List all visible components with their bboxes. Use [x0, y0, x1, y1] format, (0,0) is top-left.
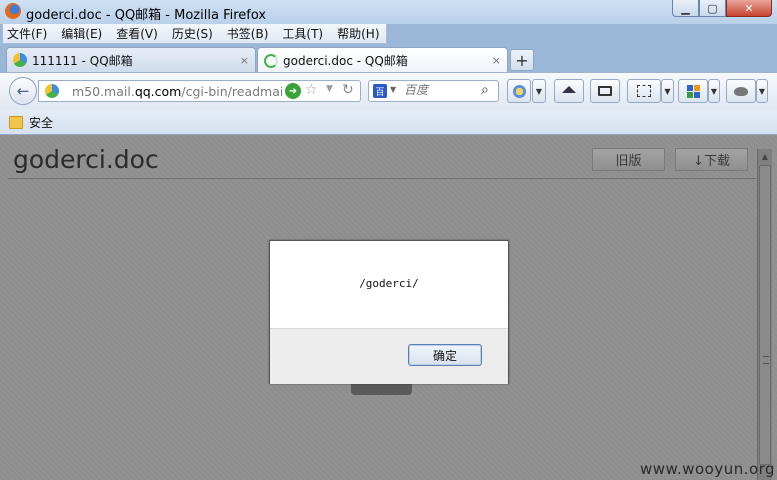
search-icon[interactable]: ⌕ — [481, 82, 489, 98]
loading-spinner-icon — [264, 53, 278, 68]
ok-button[interactable]: 确定 — [408, 344, 482, 366]
scroll-up-arrow-icon[interactable]: ▲ — [758, 149, 772, 163]
mail-icon — [598, 86, 612, 96]
firefox-logo-icon — [5, 3, 21, 19]
menu-file[interactable]: 文件(F) — [7, 25, 47, 42]
scroll-thumb[interactable] — [759, 165, 771, 465]
scroll-grip-icon — [763, 356, 769, 364]
extension-button[interactable] — [726, 79, 756, 103]
bookmark-folder-security[interactable]: 安全 — [29, 114, 53, 131]
menu-tools[interactable]: 工具(T) — [282, 25, 323, 42]
home-icon — [562, 85, 576, 93]
bookmarks-toolbar: 安全 — [0, 110, 777, 135]
url-bar[interactable]: m50.mail.qq.com/cgi-bin/readmail? ➜ ☆ ▼ … — [38, 80, 361, 102]
vertical-scrollbar[interactable]: ▲ — [757, 149, 772, 480]
alert-footer: 确定 — [270, 328, 508, 384]
tab-inbox[interactable]: 111111 - QQ邮箱 × — [6, 47, 256, 72]
back-arrow-icon: ← — [16, 82, 30, 100]
extension-dropdown-button[interactable]: ▼ — [756, 79, 768, 103]
alert-dialog: /goderci/ 确定 — [269, 240, 509, 384]
back-button[interactable]: ← — [9, 77, 37, 105]
watermark: www.wooyun.org — [640, 460, 776, 478]
apps-button[interactable] — [678, 79, 708, 103]
status-button[interactable] — [507, 79, 531, 103]
status-dropdown-button[interactable]: ▼ — [532, 79, 546, 103]
download-button[interactable]: ↓下载 — [675, 148, 748, 171]
extension-icon — [734, 86, 748, 96]
screenshot-icon — [637, 85, 651, 97]
tab-close-icon[interactable]: × — [492, 54, 501, 67]
menu-edit[interactable]: 编辑(E) — [61, 25, 102, 42]
close-window-button[interactable]: ✕ — [726, 0, 772, 17]
tab-strip: 111111 - QQ邮箱 × goderci.doc - QQ邮箱 × + — [0, 44, 777, 73]
tab-label: goderci.doc - QQ邮箱 — [283, 54, 408, 68]
baidu-engine-icon[interactable]: 百 — [373, 84, 387, 98]
tab-goderci-doc[interactable]: goderci.doc - QQ邮箱 × — [257, 47, 508, 73]
url-path: /cgi-bin/readmail? — [181, 84, 282, 99]
folder-icon — [9, 116, 23, 129]
search-bar[interactable]: 百 ▼ ⌕ — [368, 80, 499, 102]
menu-view[interactable]: 查看(V) — [116, 25, 158, 42]
screenshot-button[interactable] — [627, 79, 661, 103]
reload-icon[interactable]: ↻ — [342, 82, 354, 98]
dropdown-icon: ▼ — [758, 86, 766, 96]
menu-history[interactable]: 历史(S) — [172, 25, 213, 42]
maximize-button[interactable]: ▢ — [699, 0, 726, 17]
dropdown-icon: ▼ — [710, 86, 718, 96]
url-domain: qq.com — [134, 84, 182, 99]
menu-bookmarks[interactable]: 书签(B) — [227, 25, 269, 42]
tab-label: 111111 - QQ邮箱 — [32, 53, 133, 68]
go-arrow-icon[interactable]: ➜ — [285, 83, 301, 99]
menu-bar: 文件(F) 编辑(E) 查看(V) 历史(S) 书签(B) 工具(T) 帮助(H… — [2, 24, 387, 44]
mail-button[interactable] — [590, 79, 620, 103]
status-icon — [512, 84, 526, 98]
url-text[interactable]: m50.mail.qq.com/cgi-bin/readmail? — [72, 84, 282, 99]
tab-close-icon[interactable]: × — [240, 54, 249, 67]
alert-message: /goderci/ — [359, 277, 419, 290]
old-version-button[interactable]: 旧版 — [592, 148, 665, 171]
url-history-dropdown-icon[interactable]: ▼ — [326, 84, 333, 94]
url-prefix: m50.mail. — [72, 84, 135, 99]
qq-mail-favicon-icon — [13, 53, 27, 67]
minimize-button[interactable]: ▁ — [672, 0, 699, 17]
home-button[interactable] — [554, 79, 584, 103]
menu-help[interactable]: 帮助(H) — [337, 25, 379, 42]
apps-dropdown-button[interactable]: ▼ — [708, 79, 720, 103]
window-title: goderci.doc - QQ邮箱 - Mozilla Firefox — [26, 8, 267, 23]
navigation-toolbar: ← m50.mail.qq.com/cgi-bin/readmail? ➜ ☆ … — [0, 72, 777, 111]
site-identity-icon[interactable] — [45, 84, 59, 98]
document-title: goderci.doc — [13, 145, 159, 174]
bookmark-star-icon[interactable]: ☆ — [305, 82, 318, 98]
search-engine-dropdown-icon[interactable]: ▼ — [390, 85, 396, 94]
new-tab-button[interactable]: + — [510, 49, 534, 71]
dropdown-icon: ▼ — [535, 86, 543, 96]
screenshot-dropdown-button[interactable]: ▼ — [661, 79, 674, 103]
search-input[interactable] — [404, 83, 474, 97]
window-titlebar[interactable]: goderci.doc - QQ邮箱 - Mozilla Firefox ▁ ▢… — [0, 0, 777, 24]
apps-icon — [686, 84, 700, 98]
dropdown-icon: ▼ — [664, 86, 671, 96]
header-divider — [8, 178, 756, 179]
